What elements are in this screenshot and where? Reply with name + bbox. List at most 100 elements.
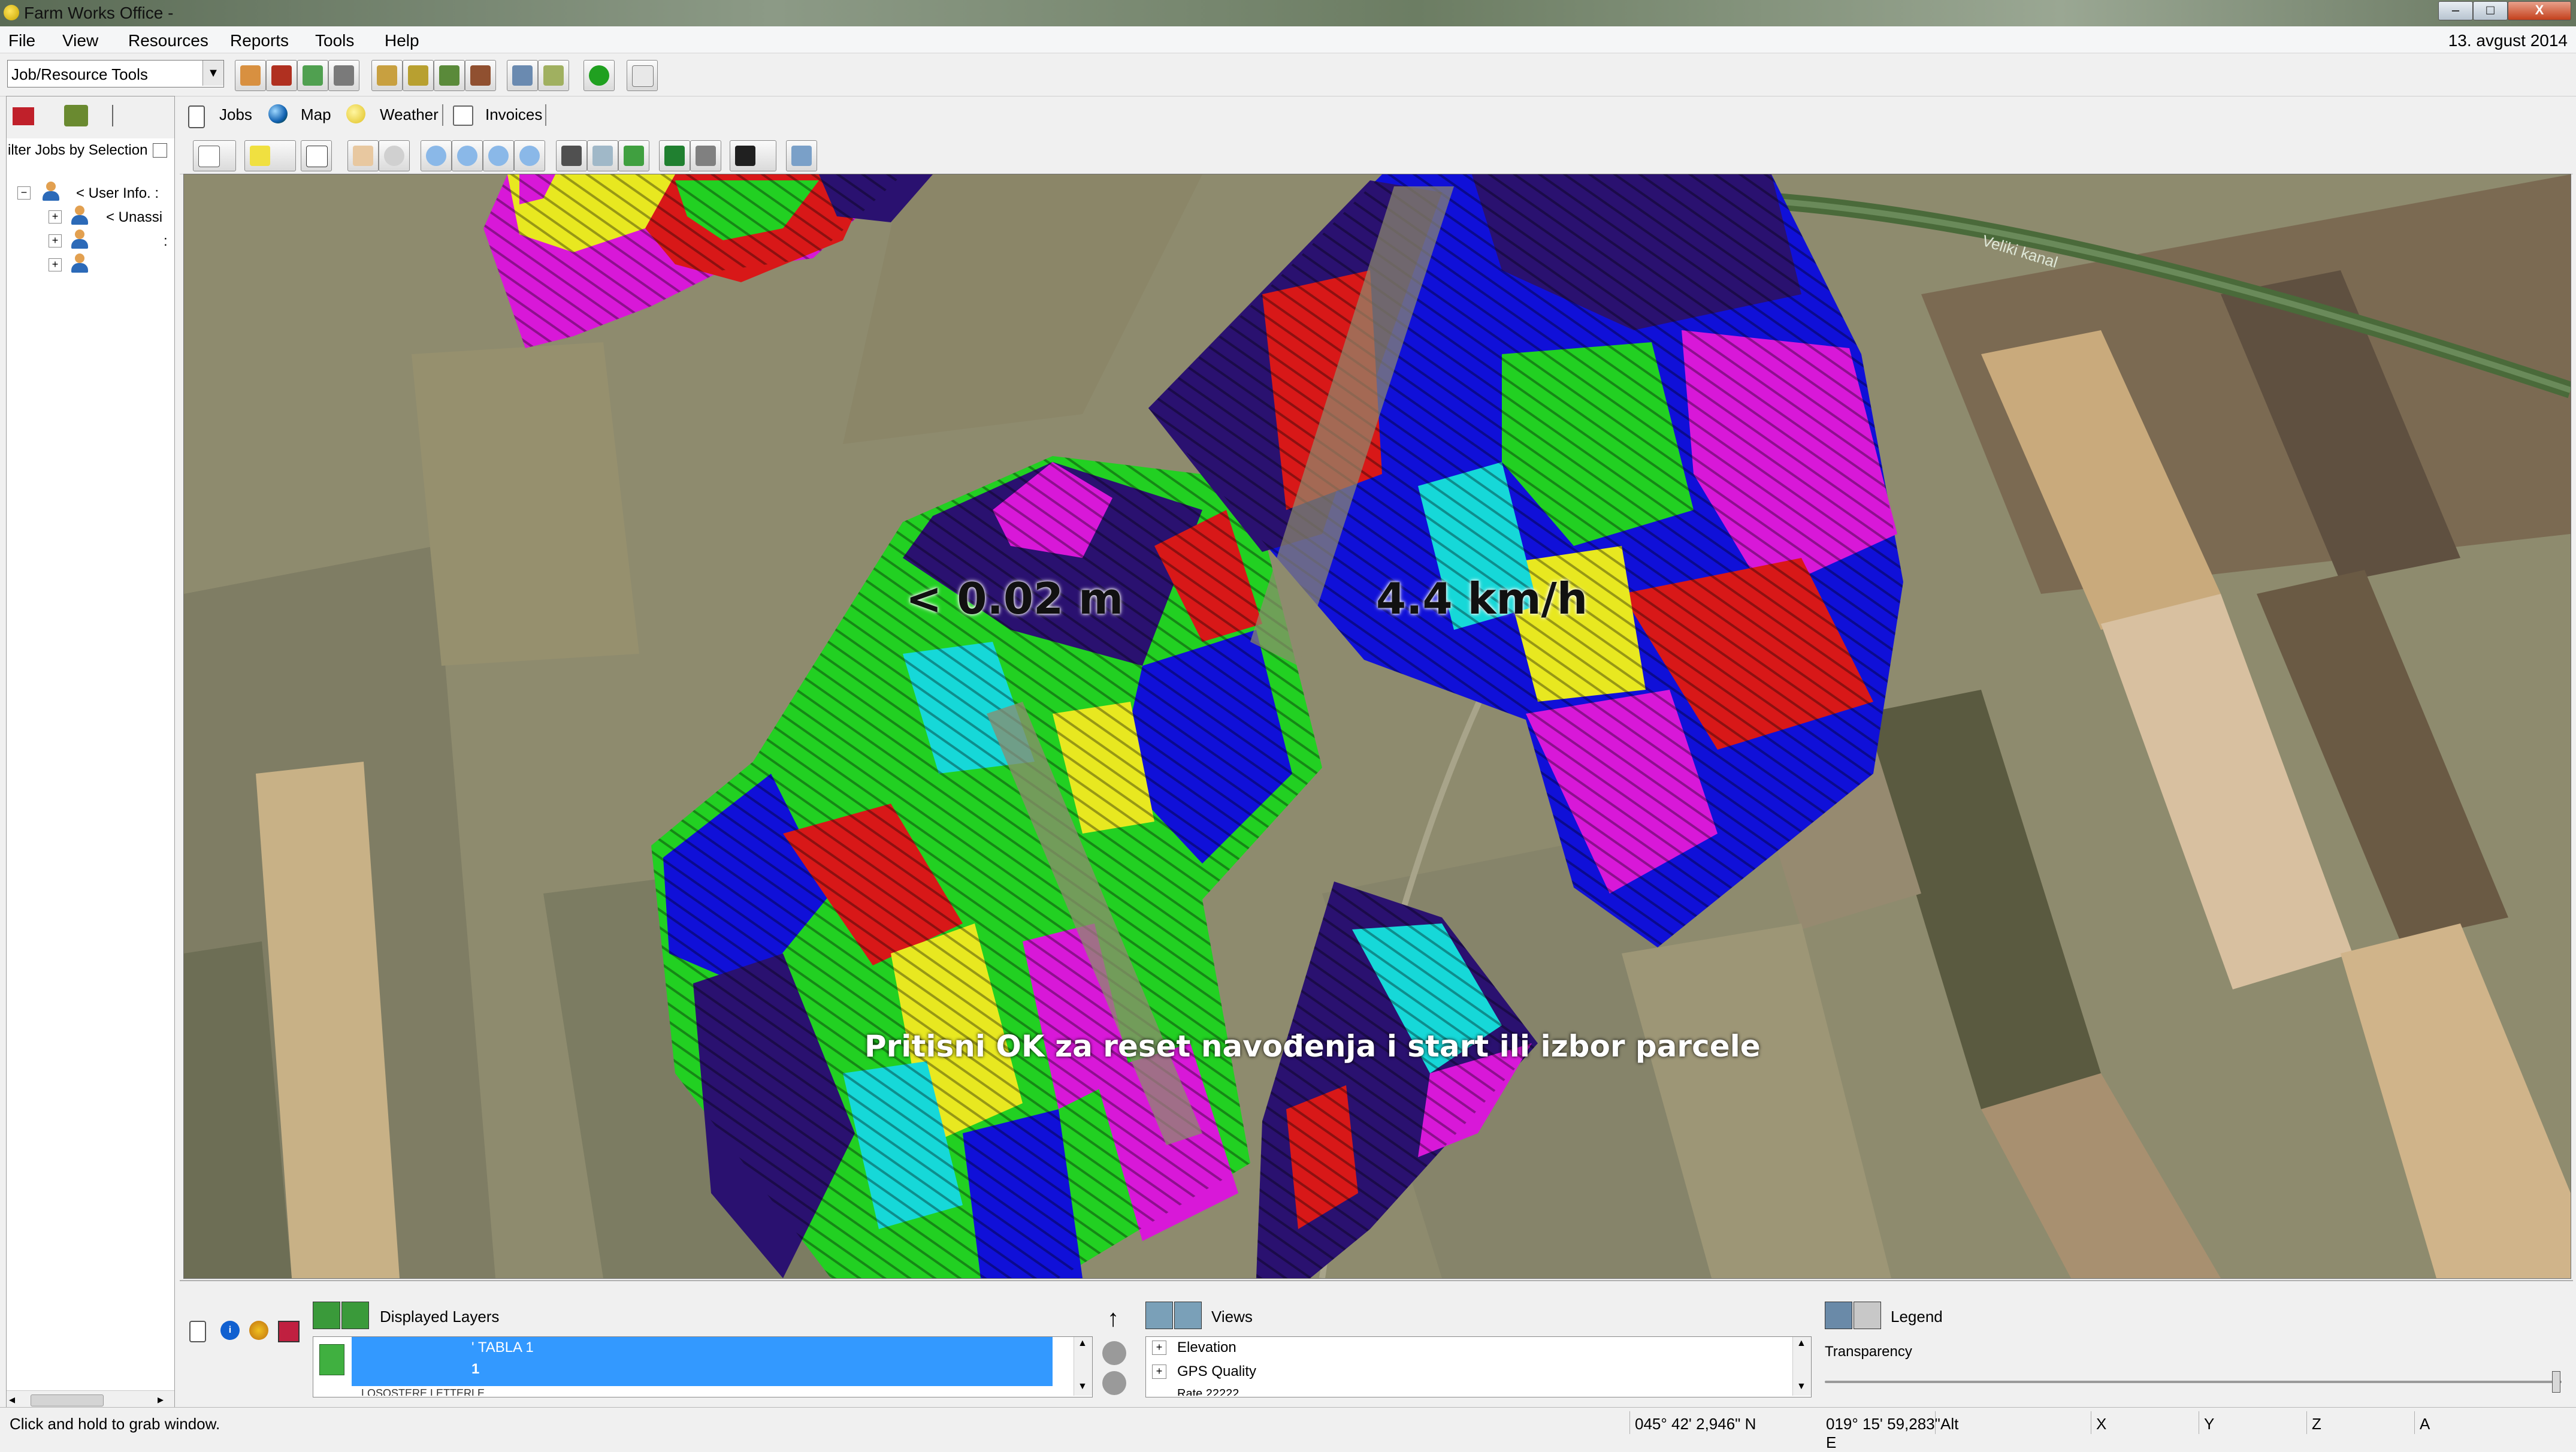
zoom-window-button[interactable] xyxy=(514,140,545,171)
magnify-doc-button[interactable] xyxy=(507,60,538,91)
menu-resources[interactable]: Resources xyxy=(128,31,208,50)
expand-icon[interactable]: + xyxy=(1152,1341,1166,1355)
print-map-button[interactable] xyxy=(690,140,721,171)
grid-icon[interactable] xyxy=(278,1321,300,1342)
document-button[interactable] xyxy=(627,60,658,91)
tab-invoices[interactable]: Invoices xyxy=(485,105,542,124)
menu-reports[interactable]: Reports xyxy=(230,31,289,50)
layers-scrollbar[interactable]: ▲ ▼ xyxy=(1074,1337,1092,1396)
expand-icon[interactable]: + xyxy=(49,258,62,271)
view-tabs: Jobs Map Weather Invoices xyxy=(180,97,2573,135)
refresh-layers-icon[interactable] xyxy=(313,1302,340,1329)
transparency-slider-thumb[interactable] xyxy=(2552,1371,2560,1393)
find-icon xyxy=(561,146,582,166)
horizontal-scrollbar[interactable]: ◂ ▸ xyxy=(7,1390,174,1409)
menu-view[interactable]: View xyxy=(62,31,98,50)
draw-line-button[interactable] xyxy=(618,140,649,171)
legend-edit-icon[interactable] xyxy=(1825,1302,1852,1329)
maximize-button[interactable]: □ xyxy=(2473,1,2508,20)
map-image-button[interactable] xyxy=(659,140,690,171)
filter-jobs-checkbox[interactable] xyxy=(153,143,167,158)
tree-item[interactable]: + < Unassi xyxy=(7,206,174,230)
chevron-down-icon[interactable]: ▼ xyxy=(202,61,223,86)
menu-tools[interactable]: Tools xyxy=(315,31,354,50)
window-title: Farm Works Office - xyxy=(24,4,174,22)
magnifier-button[interactable] xyxy=(379,140,410,171)
info-icon[interactable]: i xyxy=(220,1321,240,1340)
views-icon[interactable] xyxy=(1145,1302,1173,1329)
people-search-button[interactable] xyxy=(371,60,403,91)
scroll-down-icon[interactable]: ▼ xyxy=(1078,1381,1087,1392)
views-scrollbar[interactable]: ▲ ▼ xyxy=(1792,1337,1811,1396)
machinery-button[interactable] xyxy=(403,60,434,91)
field-button[interactable] xyxy=(297,60,328,91)
menu-file[interactable]: File xyxy=(8,31,35,50)
layer-sub: 1 xyxy=(471,1361,480,1377)
scroll-left-icon[interactable]: ◂ xyxy=(9,1392,15,1407)
speed-overlay: 4.4 km/h xyxy=(1376,573,1588,624)
close-button[interactable]: X xyxy=(2508,1,2571,20)
legend-chart-icon[interactable] xyxy=(1854,1302,1881,1329)
expand-icon[interactable]: + xyxy=(49,234,62,247)
displayed-layers-list[interactable]: ' TABLA 1 1 LOSOSTERE LETTERLE ▲ ▼ xyxy=(313,1336,1093,1397)
left-tab-resources-icon[interactable] xyxy=(64,105,88,126)
add-button[interactable] xyxy=(583,60,615,91)
settings-icon[interactable] xyxy=(249,1321,268,1340)
find-button[interactable] xyxy=(556,140,587,171)
jobs-icon[interactable] xyxy=(189,1321,206,1342)
layer-database-icon[interactable] xyxy=(1102,1371,1126,1395)
expand-icon[interactable]: + xyxy=(49,210,62,224)
tractor-button[interactable] xyxy=(434,60,465,91)
edit-doc-button[interactable] xyxy=(538,60,569,91)
tree-item[interactable]: − < User Info. : xyxy=(7,182,174,206)
layer-item[interactable]: LOSOSTERE LETTERLE xyxy=(361,1387,485,1396)
menu-help[interactable]: Help xyxy=(385,31,419,50)
scroll-down-icon[interactable]: ▼ xyxy=(1797,1381,1806,1392)
text-tool-button[interactable] xyxy=(301,140,332,171)
pointer-tool-button[interactable] xyxy=(193,140,236,171)
select-rect-button[interactable] xyxy=(244,140,296,171)
scroll-right-icon[interactable]: ▸ xyxy=(158,1392,164,1407)
scroll-up-icon[interactable]: ▲ xyxy=(1797,1338,1806,1349)
views-edit-icon[interactable] xyxy=(1174,1302,1202,1329)
zoom-extent-button[interactable] xyxy=(483,140,514,171)
filter-jobs-label: ilter Jobs by Selection xyxy=(8,142,148,158)
print-button[interactable] xyxy=(328,60,359,91)
pan-button[interactable] xyxy=(347,140,379,171)
map-canvas[interactable]: < 0.02 m 4.4 km/h Pritisni OK za reset n… xyxy=(184,174,2571,1278)
layer-item-selected[interactable]: ' TABLA 1 1 xyxy=(352,1337,1053,1386)
accuracy-overlay: < 0.02 m xyxy=(906,573,1123,624)
play-button[interactable] xyxy=(730,140,776,171)
truck-button[interactable] xyxy=(266,60,297,91)
zoom-out-button[interactable] xyxy=(452,140,483,171)
map-view[interactable]: < 0.02 m 4.4 km/h Pritisni OK za reset n… xyxy=(183,174,2571,1279)
transparency-label: Transparency xyxy=(1825,1344,1912,1360)
trailer-button[interactable] xyxy=(465,60,496,91)
zoom-in-button[interactable] xyxy=(421,140,452,171)
sync-layers-icon[interactable] xyxy=(341,1302,369,1329)
tree-item[interactable]: + xyxy=(7,253,174,277)
customer-button[interactable] xyxy=(235,60,266,91)
move-up-icon[interactable]: ↑ xyxy=(1107,1305,1119,1332)
tools-combo[interactable]: Job/Resource Tools ▼ xyxy=(7,60,224,87)
layer-database-icon[interactable] xyxy=(1102,1341,1126,1365)
collapse-icon[interactable]: − xyxy=(17,186,31,200)
tab-weather[interactable]: Weather xyxy=(380,105,439,124)
tree-item[interactable]: + : xyxy=(7,230,174,253)
view-item-elevation[interactable]: Elevation xyxy=(1177,1339,1236,1356)
view-item-rate[interactable]: Rate 22222 xyxy=(1177,1387,1239,1396)
views-list[interactable]: + Elevation + GPS Quality Rate 22222 ▲ ▼ xyxy=(1145,1336,1812,1397)
edit-features-button[interactable] xyxy=(587,140,618,171)
zoom-extent-icon xyxy=(488,146,509,166)
layer-settings-button[interactable] xyxy=(786,140,817,171)
view-item-gps-quality[interactable]: GPS Quality xyxy=(1177,1363,1256,1380)
left-tab-barn-icon[interactable] xyxy=(13,107,34,125)
minimize-button[interactable]: – xyxy=(2438,1,2473,20)
scroll-up-icon[interactable]: ▲ xyxy=(1078,1338,1087,1349)
tab-map[interactable]: Map xyxy=(301,105,331,124)
transparency-slider[interactable] xyxy=(1825,1381,2562,1383)
scroll-thumb[interactable] xyxy=(31,1394,104,1406)
trailer-icon xyxy=(470,65,491,86)
expand-icon[interactable]: + xyxy=(1152,1365,1166,1379)
tab-jobs[interactable]: Jobs xyxy=(219,105,252,124)
